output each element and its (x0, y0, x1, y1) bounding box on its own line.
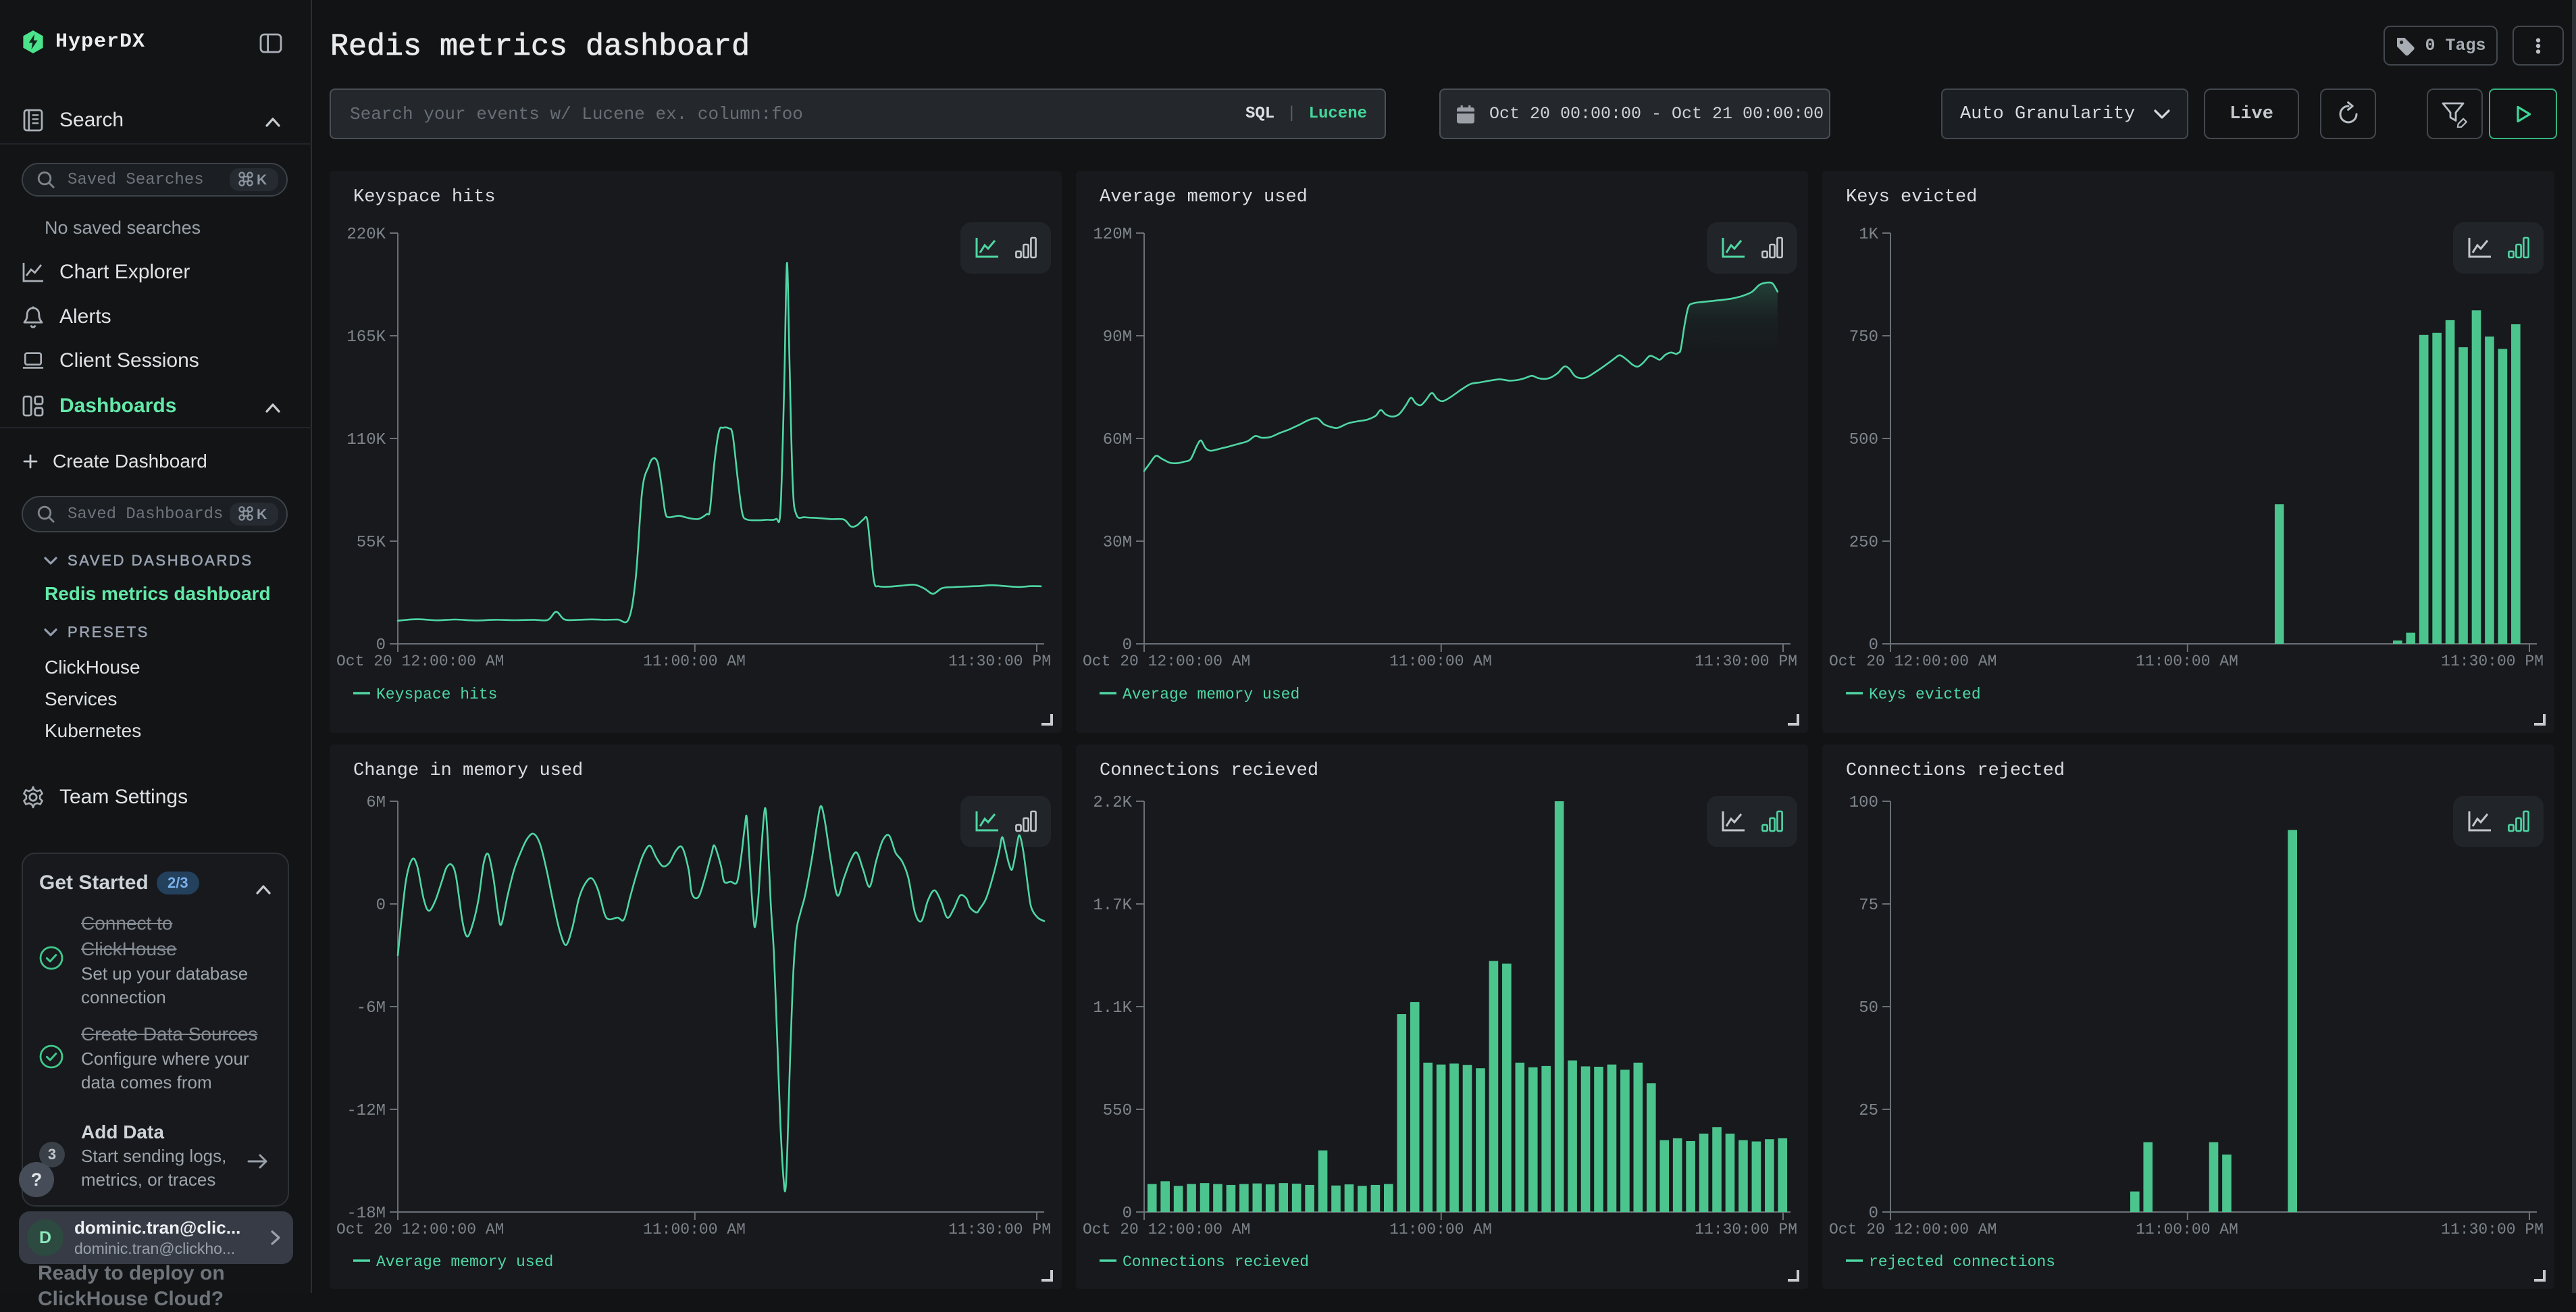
svg-text:75: 75 (1859, 897, 1878, 915)
svg-text:90M: 90M (1103, 328, 1132, 347)
svg-text:2.2K: 2.2K (1093, 794, 1132, 812)
svg-text:Keyspace hits: Keyspace hits (376, 686, 497, 703)
svg-text:0: 0 (1123, 636, 1132, 655)
svg-text:11:00:00 AM: 11:00:00 AM (643, 1221, 746, 1238)
svg-text:0: 0 (1869, 1205, 1878, 1223)
svg-text:11:30:00 PM: 11:30:00 PM (948, 1221, 1051, 1238)
svg-text:Oct 20 12:00:00 AM: Oct 20 12:00:00 AM (1083, 653, 1250, 670)
svg-text:11:30:00 PM: 11:30:00 PM (948, 653, 1051, 670)
svg-text:1K: 1K (1859, 226, 1878, 244)
svg-text:110K: 110K (346, 431, 386, 449)
svg-text:120M: 120M (1093, 226, 1132, 244)
svg-text:0: 0 (376, 897, 386, 915)
svg-text:500: 500 (1849, 431, 1878, 449)
svg-text:rejected connections: rejected connections (1869, 1253, 2055, 1271)
svg-text:220K: 220K (346, 226, 386, 244)
svg-text:K: K (257, 507, 267, 522)
svg-text:11:30:00 PM: 11:30:00 PM (2441, 1221, 2544, 1238)
svg-text:11:30:00 PM: 11:30:00 PM (2441, 653, 2544, 670)
svg-text:-6M: -6M (357, 999, 386, 1017)
svg-text:Oct 20 12:00:00 AM: Oct 20 12:00:00 AM (336, 653, 504, 670)
svg-text:Average memory used: Average memory used (376, 1253, 553, 1271)
svg-text:1.7K: 1.7K (1093, 897, 1132, 915)
svg-text:Keys evicted: Keys evicted (1869, 686, 1981, 703)
svg-text:11:00:00 AM: 11:00:00 AM (1389, 1221, 1492, 1238)
svg-text:Oct 20 12:00:00 AM: Oct 20 12:00:00 AM (1083, 1221, 1250, 1238)
svg-text:Oct 20 12:00:00 AM: Oct 20 12:00:00 AM (1829, 1221, 1997, 1238)
svg-text:100: 100 (1849, 794, 1878, 812)
svg-text:55K: 55K (357, 534, 386, 552)
svg-text:0: 0 (376, 636, 386, 655)
svg-text:1.1K: 1.1K (1093, 999, 1132, 1017)
svg-text:11:30:00 PM: 11:30:00 PM (1695, 1221, 1797, 1238)
svg-text:11:00:00 AM: 11:00:00 AM (1389, 653, 1492, 670)
svg-text:-12M: -12M (346, 1102, 386, 1120)
svg-text:K: K (257, 172, 267, 187)
svg-text:Oct 20 12:00:00 AM: Oct 20 12:00:00 AM (1829, 653, 1997, 670)
svg-text:60M: 60M (1103, 431, 1132, 449)
svg-text:30M: 30M (1103, 534, 1132, 552)
svg-text:550: 550 (1103, 1102, 1132, 1120)
svg-text:750: 750 (1849, 328, 1878, 347)
svg-text:0: 0 (1123, 1205, 1132, 1223)
svg-text:11:00:00 AM: 11:00:00 AM (2136, 1221, 2238, 1238)
svg-text:Connections recieved: Connections recieved (1123, 1253, 1309, 1271)
svg-text:0: 0 (1869, 636, 1878, 655)
svg-text:11:00:00 AM: 11:00:00 AM (2136, 653, 2238, 670)
svg-text:250: 250 (1849, 534, 1878, 552)
svg-text:11:00:00 AM: 11:00:00 AM (643, 653, 746, 670)
svg-text:25: 25 (1859, 1102, 1878, 1120)
svg-text:11:30:00 PM: 11:30:00 PM (1695, 653, 1797, 670)
svg-text:6M: 6M (366, 794, 386, 812)
svg-text:Oct 20 12:00:00 AM: Oct 20 12:00:00 AM (336, 1221, 504, 1238)
svg-text:50: 50 (1859, 999, 1878, 1017)
svg-text:165K: 165K (346, 328, 386, 347)
svg-text:Average memory used: Average memory used (1123, 686, 1299, 703)
svg-text:-18M: -18M (346, 1205, 386, 1223)
